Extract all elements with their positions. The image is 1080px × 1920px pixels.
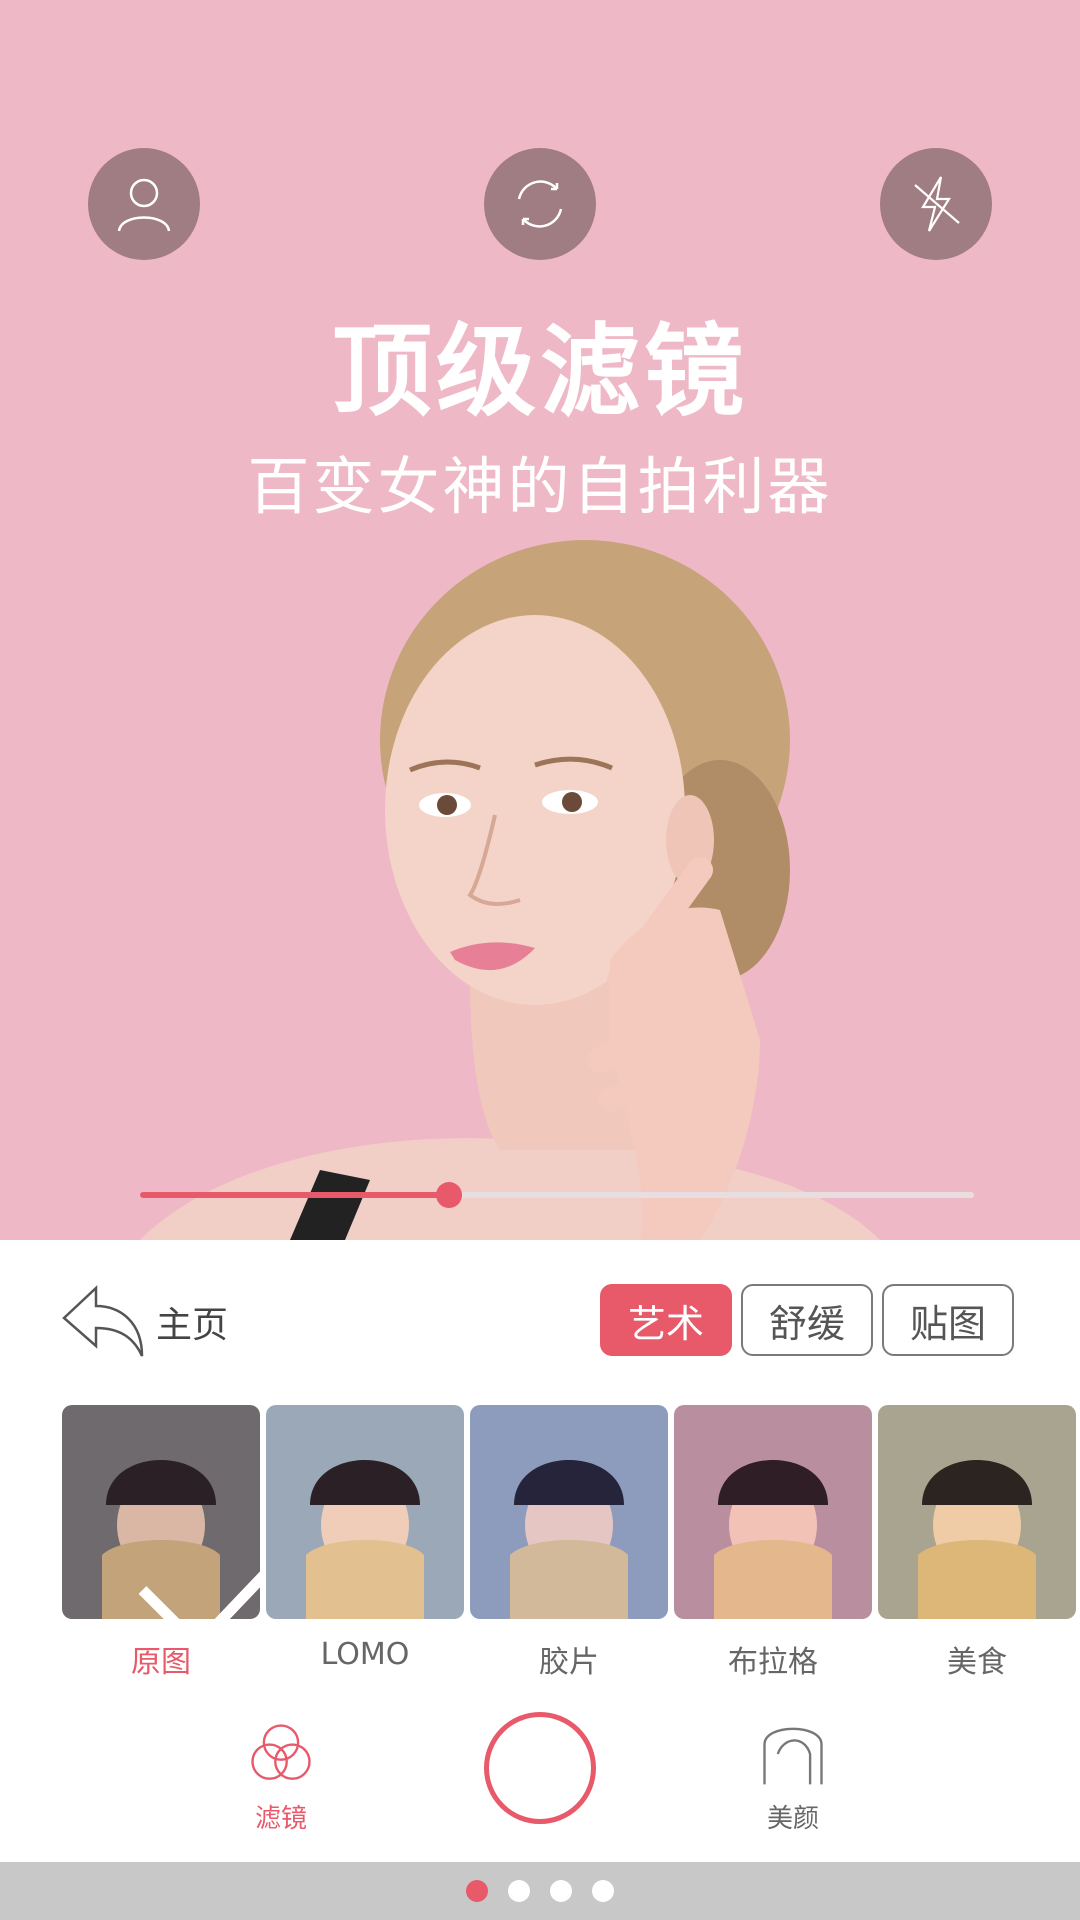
filter-thumbnail <box>266 1405 464 1619</box>
switch-camera-button[interactable] <box>484 148 596 260</box>
filter-thumbnail <box>470 1405 668 1619</box>
filter-thumbnail <box>878 1405 1076 1619</box>
filter-item-lomo[interactable]: LOMO <box>266 1405 464 1672</box>
filter-label: 原图 <box>131 1645 191 1680</box>
filter-item-film[interactable]: 胶片 <box>470 1405 668 1681</box>
tab-stickers[interactable]: 贴图 <box>882 1284 1014 1356</box>
filter-item-prague[interactable]: 布拉格 <box>674 1405 872 1681</box>
switch-camera-icon <box>517 180 563 228</box>
page-dot[interactable] <box>466 1880 488 1902</box>
home-back-button[interactable]: 主页 <box>58 1282 228 1362</box>
filter-thumbnail <box>62 1405 260 1619</box>
flash-off-icon <box>914 176 960 232</box>
filter-strip: 原图 LOMO 胶片 布拉格 美食 <box>0 1405 1080 1680</box>
beauty-face-icon <box>763 1727 823 1785</box>
nav-beauty[interactable]: 美颜 <box>748 1716 838 1835</box>
page-indicator <box>0 1862 1080 1920</box>
user-icon <box>117 178 171 232</box>
camera-preview: 顶级滤镜 百变女神的自拍利器 <box>0 0 1080 1240</box>
home-label: 主页 <box>156 1305 229 1346</box>
filter-item-food[interactable]: 美食 <box>878 1405 1076 1681</box>
back-arrow-icon <box>62 1285 144 1357</box>
filter-circles-icon <box>251 1724 311 1780</box>
nav-beauty-label: 美颜 <box>766 1804 819 1834</box>
filter-label: 布拉格 <box>728 1645 818 1680</box>
nav-filter-label: 滤镜 <box>254 1804 307 1834</box>
portrait-image <box>140 540 880 1240</box>
shutter-button[interactable] <box>484 1712 596 1824</box>
profile-button[interactable] <box>88 148 200 260</box>
page-dot[interactable] <box>550 1880 572 1902</box>
nav-filter[interactable]: 滤镜 <box>236 1716 326 1835</box>
filter-label: LOMO <box>320 1637 410 1672</box>
filter-intensity-slider[interactable] <box>140 1180 974 1210</box>
flash-button[interactable] <box>880 148 992 260</box>
hero-subtitle: 百变女神的自拍利器 <box>247 450 833 523</box>
slider-fill <box>140 1192 449 1198</box>
tab-art[interactable]: 艺术 <box>600 1284 732 1356</box>
page-dot[interactable] <box>508 1880 530 1902</box>
filter-label: 胶片 <box>539 1645 599 1680</box>
tab-soothing[interactable]: 舒缓 <box>741 1284 873 1356</box>
filter-thumbnail <box>674 1405 872 1619</box>
checkmark-icon <box>138 1571 260 1619</box>
filter-label: 美食 <box>947 1645 1007 1680</box>
filter-toolbar: 主页 艺术 舒缓 贴图 <box>0 1240 1080 1400</box>
filter-item-original[interactable]: 原图 <box>62 1405 260 1681</box>
hero-title: 顶级滤镜 <box>332 313 748 430</box>
page-dot[interactable] <box>592 1880 614 1902</box>
slider-thumb[interactable] <box>435 1182 462 1208</box>
bottom-nav: 滤镜 美颜 <box>0 1700 1080 1860</box>
